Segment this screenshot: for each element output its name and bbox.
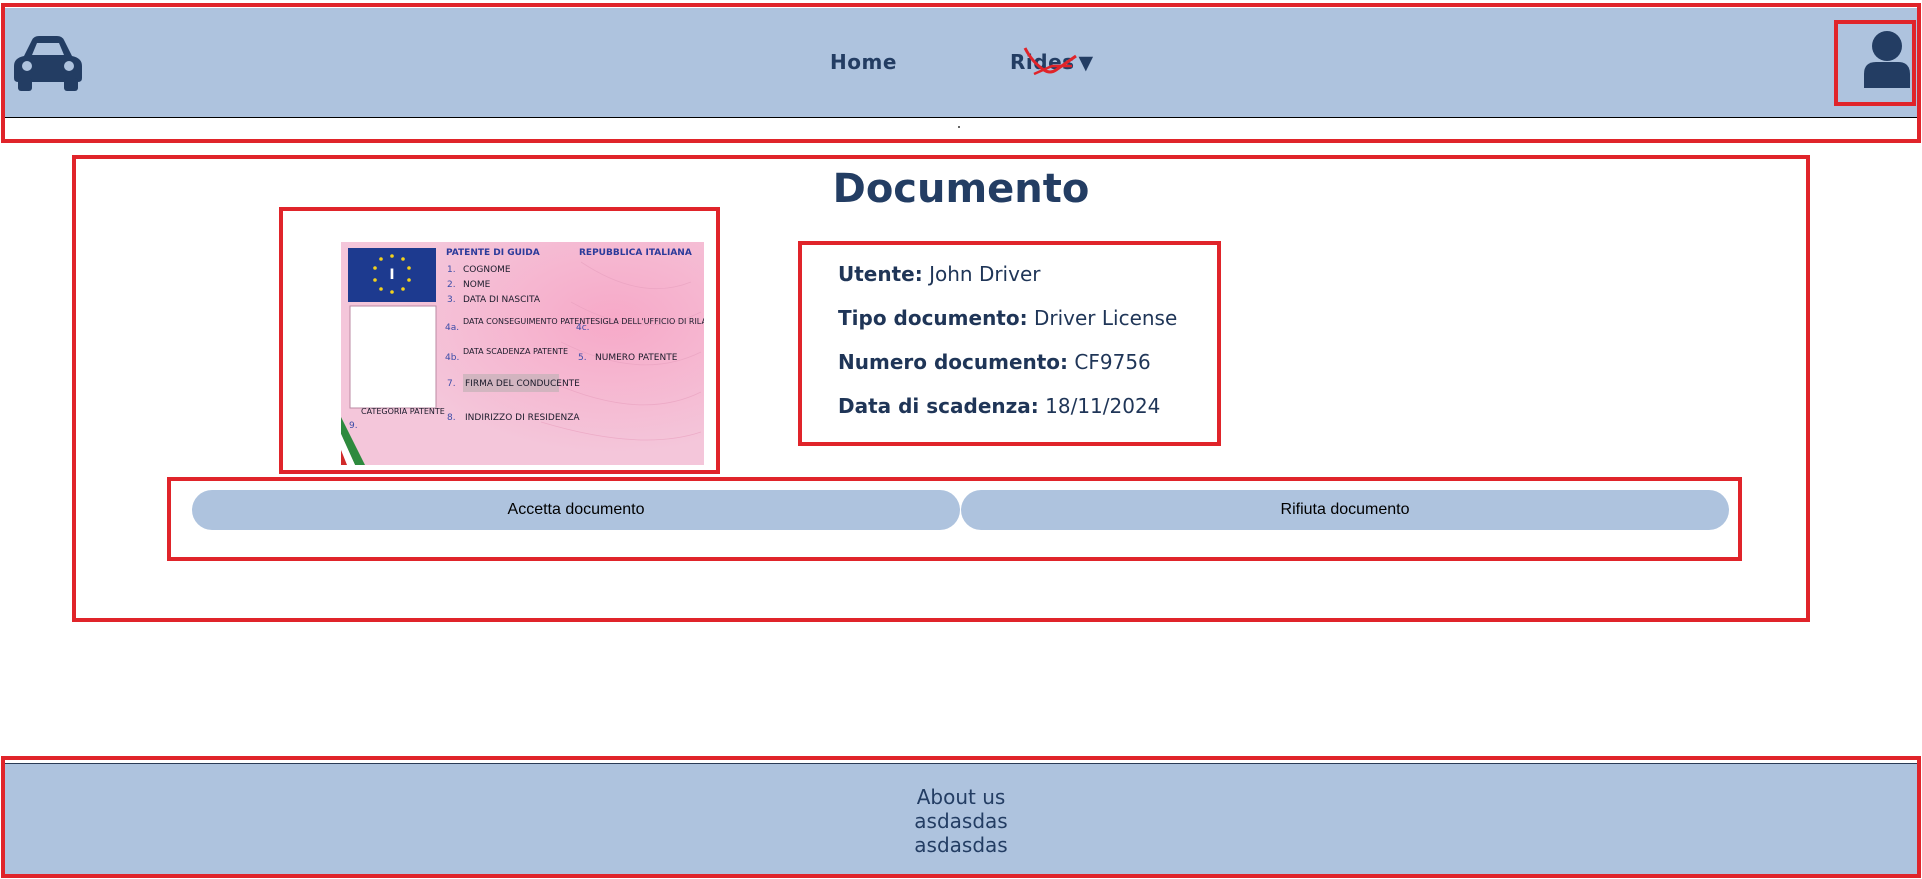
annotation-box-buttons	[167, 477, 1742, 561]
annotation-box-footer	[1, 756, 1921, 878]
annotation-box-info	[798, 241, 1221, 446]
annotation-box-user-icon	[1834, 20, 1916, 106]
annotation-box-image	[279, 207, 720, 474]
annotation-box-header	[1, 3, 1921, 143]
